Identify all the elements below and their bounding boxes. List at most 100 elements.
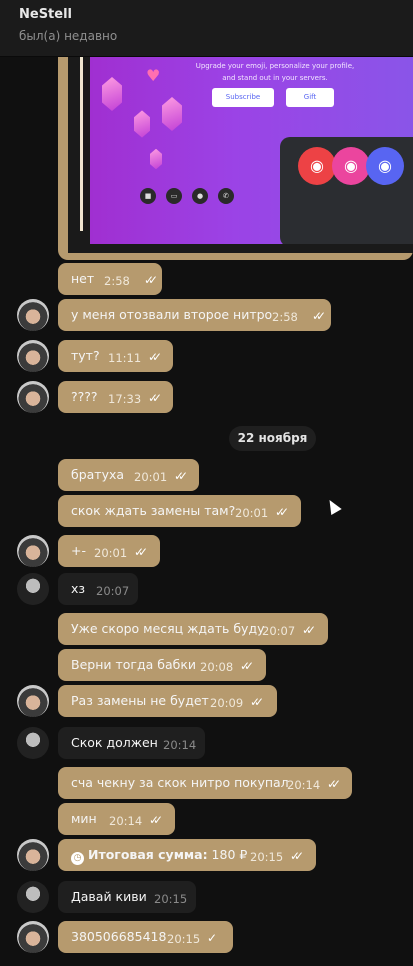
double-check-icon: ✓✓ — [148, 350, 162, 364]
subscribe-button: Subscribe — [212, 88, 274, 107]
gem-icon — [134, 110, 150, 138]
subscribe-label: Subscribe — [225, 93, 261, 101]
image-frame: ♥ Upgrade your emoji, personalize your p… — [68, 57, 413, 253]
promo-line-2: and stand out in your servers. — [222, 74, 328, 82]
discord-logo-icon: ◉ — [366, 147, 404, 185]
outgoing-message[interactable]: нет 2:58 ✓✓ — [58, 263, 162, 295]
message-time: 20:01 — [235, 506, 269, 520]
message-text: нет — [71, 271, 95, 286]
promo-line-1: Upgrade your emoji, personalize your pro… — [195, 62, 355, 70]
screen-share-icon: ▭ — [166, 188, 182, 204]
message-text: +- — [71, 543, 86, 558]
message-time: 20:15 — [167, 932, 201, 946]
gem-icon — [162, 97, 182, 131]
message-text: братуха — [71, 467, 125, 482]
message-time: 17:33 — [108, 392, 142, 406]
total-label: Итоговая сумма: — [88, 847, 208, 862]
message-time: 11:11 — [108, 351, 142, 365]
message-text: тут? — [71, 348, 100, 363]
gem-icon — [102, 77, 122, 111]
message-text: Раз замены не будет — [71, 693, 209, 708]
message-text: Уже скоро месяц ждать буду — [71, 621, 265, 636]
single-check-icon: ✓ — [207, 931, 217, 945]
image-message[interactable]: ♥ Upgrade your emoji, personalize your p… — [58, 57, 413, 260]
avatar[interactable] — [17, 535, 49, 567]
discord-logo-icon: ◉ — [298, 147, 336, 185]
double-check-icon: ✓✓ — [134, 545, 148, 559]
outgoing-message[interactable]: братуха 20:01 ✓✓ — [58, 459, 199, 491]
message-time: 20:08 — [200, 660, 234, 674]
double-check-icon: ✓✓ — [144, 273, 158, 287]
double-check-icon: ✓✓ — [290, 849, 304, 863]
incoming-message[interactable]: Скок должен 20:14 — [58, 727, 205, 759]
message-text: ◷ Итоговая сумма: 180 ₽ — [71, 847, 247, 865]
outgoing-message[interactable]: скок ждать замены там? 20:01 ✓✓ — [58, 495, 301, 527]
message-text: сча чекну за скок нитро покупал — [71, 775, 289, 790]
double-check-icon: ✓✓ — [302, 623, 316, 637]
message-list[interactable]: ♥ Upgrade your emoji, personalize your p… — [0, 57, 413, 966]
contact-status: был(а) недавно — [19, 29, 118, 43]
date-separator: 22 ноября — [229, 426, 316, 451]
contact-name[interactable]: NeStell — [19, 7, 72, 22]
outgoing-message[interactable]: +- 20:01 ✓✓ — [58, 535, 160, 567]
message-time: 2:58 — [272, 310, 298, 324]
outgoing-message[interactable]: ◷ Итоговая сумма: 180 ₽20:15 ✓✓ — [58, 839, 316, 871]
avatar[interactable] — [17, 340, 49, 372]
incoming-message[interactable]: хз 20:07 — [58, 573, 138, 605]
message-time: 20:07 — [262, 624, 296, 638]
message-time: 20:15 — [250, 850, 284, 864]
message-text: ???? — [71, 389, 98, 404]
message-text: скок ждать замены там? — [71, 503, 236, 518]
chat-header[interactable]: NeStell был(а) недавно — [0, 0, 413, 57]
outgoing-message[interactable]: мин 20:14 ✓✓ — [58, 803, 175, 835]
message-time: 20:14 — [163, 738, 197, 752]
gem-icon — [150, 148, 162, 170]
avatar[interactable] — [17, 573, 49, 605]
clock-icon: ◷ — [71, 852, 84, 865]
outgoing-message[interactable]: Раз замены не будет 20:09 ✓✓ — [58, 685, 277, 717]
message-time: 20:14 — [287, 778, 321, 792]
promo-text: Upgrade your emoji, personalize your pro… — [160, 60, 390, 84]
message-text: Скок должен — [71, 735, 158, 750]
double-check-icon: ✓✓ — [240, 659, 254, 673]
message-time: 20:01 — [94, 546, 128, 560]
message-text: мин — [71, 811, 97, 826]
message-time: 20:01 — [134, 470, 168, 484]
message-time: 20:15 — [154, 892, 188, 906]
avatar[interactable] — [17, 299, 49, 331]
mic-icon: ● — [192, 188, 208, 204]
avatar[interactable] — [17, 839, 49, 871]
double-check-icon: ✓✓ — [149, 813, 163, 827]
outgoing-message[interactable]: 380506685418 20:15 ✓ — [58, 921, 233, 953]
message-text: хз — [71, 581, 86, 596]
outgoing-message[interactable]: Уже скоро месяц ждать буду 20:07 ✓✓ — [58, 613, 328, 645]
outgoing-message[interactable]: ???? 17:33 ✓✓ — [58, 381, 173, 413]
avatar[interactable] — [17, 727, 49, 759]
double-check-icon: ✓✓ — [148, 391, 162, 405]
avatar[interactable] — [17, 881, 49, 913]
outgoing-message[interactable]: Верни тогда бабки 20:08 ✓✓ — [58, 649, 266, 681]
double-check-icon: ✓✓ — [174, 469, 188, 483]
incoming-message[interactable]: Давай киви 20:15 — [58, 881, 196, 913]
message-time: 20:09 — [210, 696, 244, 710]
mouse-cursor — [324, 496, 342, 516]
outgoing-message[interactable]: сча чекну за скок нитро покупал 20:14 ✓✓ — [58, 767, 352, 799]
outgoing-message[interactable]: тут? 11:11 ✓✓ — [58, 340, 173, 372]
message-text: Верни тогда бабки — [71, 657, 196, 672]
hangup-icon: ✆ — [218, 188, 234, 204]
avatar[interactable] — [17, 685, 49, 717]
message-time: 20:14 — [109, 814, 143, 828]
gift-label: Gift — [303, 93, 317, 101]
total-amount: 180 ₽ — [211, 847, 248, 862]
nitro-promo-image[interactable]: ♥ Upgrade your emoji, personalize your p… — [90, 57, 413, 244]
message-text: у меня отозвали второе нитро — [71, 307, 273, 322]
message-time: 20:07 — [96, 584, 130, 598]
avatar[interactable] — [17, 921, 49, 953]
avatar[interactable] — [17, 381, 49, 413]
message-text: 380506685418 — [71, 929, 167, 944]
message-text: Давай киви — [71, 889, 147, 904]
discord-logo-icon: ◉ — [332, 147, 370, 185]
outgoing-message[interactable]: у меня отозвали второе нитро 2:58 ✓✓ — [58, 299, 331, 331]
image-scroll-edge — [80, 57, 83, 231]
double-check-icon: ✓✓ — [250, 695, 264, 709]
